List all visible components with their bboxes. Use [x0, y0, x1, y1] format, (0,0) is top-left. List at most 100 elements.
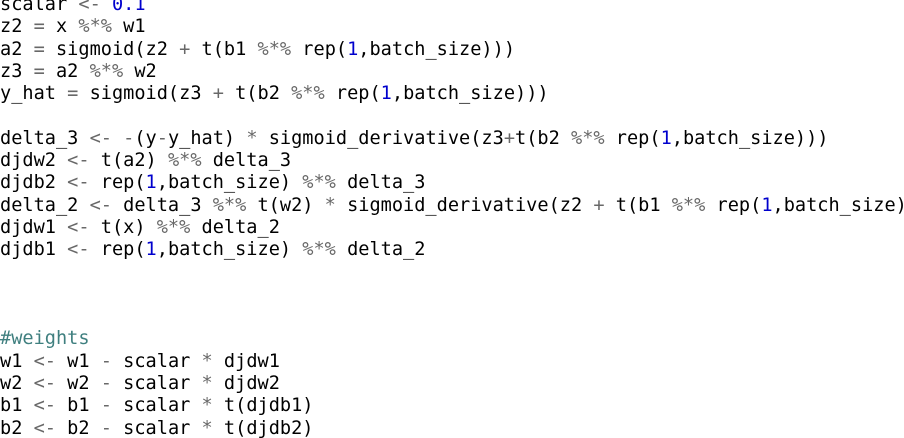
operator-token: <-	[67, 239, 90, 261]
code-token: ,batch_size)))	[391, 83, 549, 105]
code-token: x	[44, 16, 79, 38]
operator-token: =	[33, 16, 45, 38]
operator-token: %*%	[156, 216, 191, 238]
operator-token: %*%	[89, 60, 124, 82]
code-token: (y	[134, 127, 157, 149]
code-line[interactable]: #weights	[0, 328, 904, 350]
operator-token: *	[246, 127, 258, 149]
code-token: delta_2	[190, 216, 280, 238]
identifier-token: a2	[0, 38, 34, 60]
operator-token: -	[156, 127, 168, 149]
code-token: delta_3	[335, 172, 426, 194]
identifier-token: djdw1	[0, 216, 68, 238]
code-line[interactable]: djdw1 <- t(x) %*% delta_2	[0, 217, 904, 239]
operator-token: %*%	[571, 127, 605, 149]
code-token: t(a2)	[89, 150, 168, 172]
code-token: rep(	[604, 127, 661, 149]
number-token: 1	[145, 239, 157, 261]
code-token: sigmoid_derivative(z3	[257, 127, 504, 149]
code-token: b2	[55, 417, 101, 438]
code-token: rep(	[89, 172, 146, 194]
code-token: ,batch_size)))	[358, 38, 516, 60]
code-line[interactable]: w2 <- w2 - scalar * djdw2	[0, 373, 904, 395]
code-line[interactable]: b2 <- b2 - scalar * t(djdb2)	[0, 418, 904, 438]
code-line[interactable]: djdb2 <- rep(1,batch_size) %*% delta_3	[0, 172, 904, 194]
code-line[interactable]: z3 = a2 %*% w2	[0, 61, 904, 83]
code-line[interactable]: delta_2 <- delta_3 %*% t(w2) * sigmoid_d…	[0, 195, 904, 217]
operator-token: -	[100, 350, 112, 372]
operator-token: %*%	[302, 172, 336, 194]
code-token: delta_3	[111, 194, 213, 216]
operator-token: <-	[67, 150, 90, 172]
identifier-token: scalar	[0, 0, 79, 15]
code-token: t(b2	[223, 83, 292, 105]
operator-token: =	[67, 83, 79, 105]
code-token: rep(	[705, 194, 762, 216]
code-token: sigmoid(	[44, 38, 146, 60]
operator-token: <-	[33, 417, 56, 438]
code-token: t(djdb2)	[212, 417, 314, 438]
code-token: a2	[44, 60, 90, 82]
number-token: 1	[660, 127, 672, 149]
code-line[interactable]	[0, 306, 904, 328]
code-token: scalar	[111, 417, 202, 438]
code-editor[interactable]: scalar <- 0.1 z2 = x %*% w1 a2 = sigmoid(z…	[0, 0, 904, 438]
operator-token: +	[593, 194, 605, 216]
operator-token: %*%	[78, 16, 112, 38]
operator-token: <-	[33, 350, 56, 372]
operator-token: *	[324, 194, 336, 216]
code-line[interactable]: a2 = sigmoid(z2 + t(b1 %*% rep(1,batch_s…	[0, 39, 904, 61]
operator-token: -	[100, 417, 112, 438]
code-token: scalar	[111, 373, 202, 395]
operator-token: *	[201, 350, 213, 372]
operator-token: <-	[67, 172, 90, 194]
identifier-token: delta_2	[0, 194, 90, 216]
operator-token: +	[503, 127, 516, 149]
operator-token: *	[201, 395, 213, 417]
operator-token: %*%	[671, 194, 706, 216]
identifier-token: w1	[0, 350, 34, 372]
operator-token: <-	[67, 216, 90, 238]
code-line[interactable]	[0, 105, 904, 127]
operator-token: %*%	[212, 194, 247, 216]
code-token: t(djdb1)	[212, 395, 314, 417]
code-token: delta_3	[201, 150, 292, 172]
code-line[interactable]: w1 <- w1 - scalar * djdw1	[0, 351, 904, 373]
code-line[interactable]: djdb1 <- rep(1,batch_size) %*% delta_2	[0, 239, 904, 261]
code-token: t(b2	[515, 127, 571, 149]
operator-token: %*%	[167, 150, 202, 172]
number-token: 1	[761, 194, 773, 216]
code-line[interactable]: scalar <- 0.1	[0, 0, 904, 16]
code-token: t(x)	[89, 216, 157, 238]
code-token: rep(	[291, 38, 348, 60]
code-line[interactable]	[0, 262, 904, 284]
operator-token: %*%	[291, 83, 325, 105]
code-token: scalar	[111, 395, 202, 417]
code-line[interactable]	[0, 284, 904, 306]
identifier-token: b1	[0, 395, 34, 417]
code-token: y_hat)	[167, 127, 247, 149]
code-line[interactable]: y_hat = sigmoid(z3 + t(b2 %*% rep(1,batc…	[0, 83, 904, 105]
code-line[interactable]: b1 <- b1 - scalar * t(djdb1)	[0, 395, 904, 417]
operator-token: -	[123, 127, 135, 149]
operator-token: +	[212, 83, 224, 105]
code-line[interactable]: djdw2 <- t(a2) %*% delta_3	[0, 150, 904, 172]
operator-token: %*%	[302, 239, 336, 261]
code-token: sigmoid_derivative(z2	[335, 194, 594, 216]
identifier-token: djdb2	[0, 172, 68, 194]
identifier-token: djdb1	[0, 239, 68, 261]
number-token: 0.1	[111, 0, 146, 15]
operator-token: %*%	[257, 38, 292, 60]
code-token: delta_2	[335, 239, 426, 261]
code-line[interactable]: delta_3 <- -(y-y_hat) * sigmoid_derivati…	[0, 128, 904, 150]
operator-token: <-	[89, 127, 112, 149]
code-token: t(b1	[190, 38, 258, 60]
operator-token: *	[201, 417, 213, 438]
code-token: t(b1	[604, 194, 672, 216]
operator-token: -	[100, 395, 112, 417]
identifier-token: b2	[0, 417, 34, 438]
code-line[interactable]: z2 = x %*% w1	[0, 16, 904, 38]
identifier-token: w2	[0, 373, 34, 395]
code-area[interactable]: scalar <- 0.1 z2 = x %*% w1 a2 = sigmoid(z…	[0, 0, 904, 438]
